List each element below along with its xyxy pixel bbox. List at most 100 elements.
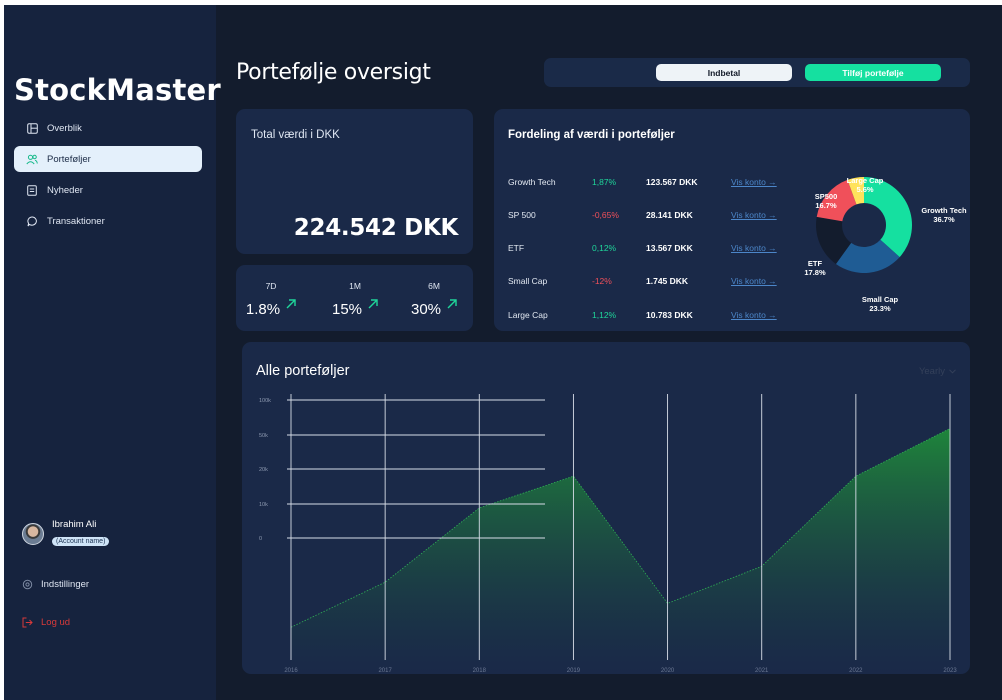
x-tick-label: 2021 [755, 668, 769, 674]
arrow-up-right-icon [286, 299, 296, 309]
x-tick-label: 2019 [567, 668, 581, 674]
allocation-donut-chart: Growth Tech36.7% Small Cap23.3% ETF17.8% SP… [804, 176, 967, 313]
slice-percent: 23.3% [869, 304, 891, 313]
y-tick-label: 0 [259, 536, 262, 542]
settings-link[interactable]: Indstillinger [22, 579, 89, 590]
period-dropdown[interactable]: Yearly [919, 366, 956, 377]
chevron-down-icon [949, 369, 956, 374]
view-account-link[interactable]: Vis konto → [731, 310, 777, 320]
sidebar-item-nyheder[interactable]: Nyheder [14, 177, 202, 203]
sidebar-item-overblik[interactable]: Overblik [14, 115, 202, 141]
users-icon [26, 153, 38, 165]
total-value-card: Total værdi i DKK 224.542 DKK [236, 109, 473, 254]
distribution-row: Growth Tech 1,87% 123.567 DKK Vis konto → [508, 177, 798, 191]
performance-card: 7D 1.8% 1M 15% 6M 30% [236, 265, 473, 331]
sidebar-item-label: Nyheder [47, 184, 83, 196]
slice-percent: 5.6% [856, 185, 873, 194]
document-icon [26, 184, 38, 196]
y-tick-label: 20k [259, 467, 268, 473]
period-value: 15% [331, 301, 363, 318]
change-percent: -12% [592, 276, 612, 286]
total-value-label: Total værdi i DKK [251, 129, 340, 141]
performance-1m: 1M 15% [325, 281, 385, 318]
page-title: Portefølje oversigt [236, 60, 431, 85]
total-value-amount: 224.542 DKK [293, 215, 459, 241]
period-label: 1M [349, 281, 361, 291]
portfolio-name: SP 500 [508, 210, 536, 220]
x-tick-label: 2017 [378, 668, 392, 674]
sidebar-item-label: Porteføljer [47, 153, 91, 165]
portfolio-amount: 10.783 DKK [646, 310, 693, 320]
y-tick-label: 50k [259, 433, 268, 439]
portfolio-amount: 123.567 DKK [646, 177, 698, 187]
portfolio-name: ETF [508, 243, 525, 253]
slice-label: Small Cap [862, 295, 899, 304]
x-tick-label: 2018 [473, 668, 487, 674]
portfolio-name: Large Cap [508, 310, 548, 320]
portfolio-area-chart: 2016 2017 2018 2019 2020 2021 2022 2023 100k 50k 2… [259, 394, 957, 674]
all-portfolios-card: 2016 2017 2018 2019 2020 2021 2022 2023 100k 50k 2… [242, 342, 970, 674]
add-portfolio-button[interactable]: Tilføj portefølje [805, 64, 941, 81]
slice-percent: 17.8% [804, 268, 826, 277]
sidebar-item-label: Transaktioner [47, 215, 105, 227]
settings-label: Indstillinger [41, 579, 90, 590]
sidebar: StockMaster Overblik Porteføljer Nyheder… [4, 5, 221, 700]
distribution-title: Fordeling af værdi i porteføljer [508, 129, 675, 141]
slice-label: Large Cap [847, 176, 884, 185]
deposit-button[interactable]: Indbetal [656, 64, 792, 81]
user-profile[interactable]: Ibrahim Ali (Account name) [22, 519, 110, 548]
distribution-card: Fordeling af værdi i porteføljer Growth … [494, 109, 970, 331]
view-account-link[interactable]: Vis konto → [731, 276, 777, 286]
distribution-row: Large Cap 1,12% 10.783 DKK Vis konto → [508, 310, 798, 324]
distribution-row: ETF 0,12% 13.567 DKK Vis konto → [508, 243, 798, 257]
view-account-link[interactable]: Vis konto → [731, 243, 777, 253]
performance-7d: 7D 1.8% [241, 281, 301, 318]
sidebar-item-portefoljer[interactable]: Porteføljer [14, 146, 202, 172]
logout-link[interactable]: Log ud [22, 617, 70, 628]
dashboard-icon [26, 122, 38, 134]
y-tick-label: 100k [259, 398, 271, 404]
period-value: 30% [410, 301, 442, 318]
period-label: 7D [265, 281, 277, 291]
logout-label: Log ud [41, 617, 71, 628]
performance-6m: 6M 30% [404, 281, 464, 318]
logout-icon [22, 617, 33, 628]
view-account-link[interactable]: Vis konto → [731, 177, 777, 187]
y-tick-label: 10k [259, 502, 268, 508]
gear-icon [22, 579, 33, 590]
distribution-row: Small Cap -12% 1.745 DKK Vis konto → [508, 276, 798, 290]
area-fill [291, 428, 950, 672]
sidebar-item-label: Overblik [47, 122, 82, 134]
user-name: Ibrahim Ali [52, 519, 97, 530]
portfolio-name: Small Cap [508, 276, 548, 286]
x-tick-label: 2022 [849, 668, 863, 674]
portfolio-amount: 1.745 DKK [646, 276, 689, 286]
change-percent: 0,12% [592, 243, 617, 253]
chat-bubble-icon [26, 215, 38, 227]
portfolio-amount: 13.567 DKK [646, 243, 693, 253]
slice-label: ETF [808, 259, 823, 268]
change-percent: 1,12% [592, 310, 617, 320]
change-percent: 1,87% [592, 177, 617, 187]
arrow-up-right-icon [368, 299, 378, 309]
view-account-link[interactable]: Vis konto → [731, 210, 777, 220]
app-window: StockMaster Overblik Porteføljer Nyheder… [4, 5, 1002, 700]
slice-percent: 36.7% [933, 215, 955, 224]
x-tick-label: 2020 [661, 668, 675, 674]
period-value: 1.8% [245, 301, 281, 318]
arrow-up-right-icon [447, 299, 457, 309]
period-label: 6M [428, 281, 440, 291]
slice-label: Growth Tech [921, 206, 967, 215]
all-portfolios-title: Alle porteføljer [256, 363, 350, 379]
account-badge: (Account name) [52, 537, 110, 546]
sidebar-item-transaktioner[interactable]: Transaktioner [14, 208, 202, 234]
x-tick-label: 2023 [943, 668, 957, 674]
change-percent: -0,65% [592, 210, 619, 220]
slice-label: SP500 [815, 192, 838, 201]
avatar [22, 522, 44, 545]
distribution-row: SP 500 -0,65% 28.141 DKK Vis konto → [508, 210, 798, 224]
header-actions: Indbetal Tilføj portefølje [544, 58, 970, 87]
period-dropdown-label: Yearly [918, 366, 945, 377]
portfolio-amount: 28.141 DKK [646, 210, 693, 220]
x-tick-label: 2016 [284, 668, 298, 674]
